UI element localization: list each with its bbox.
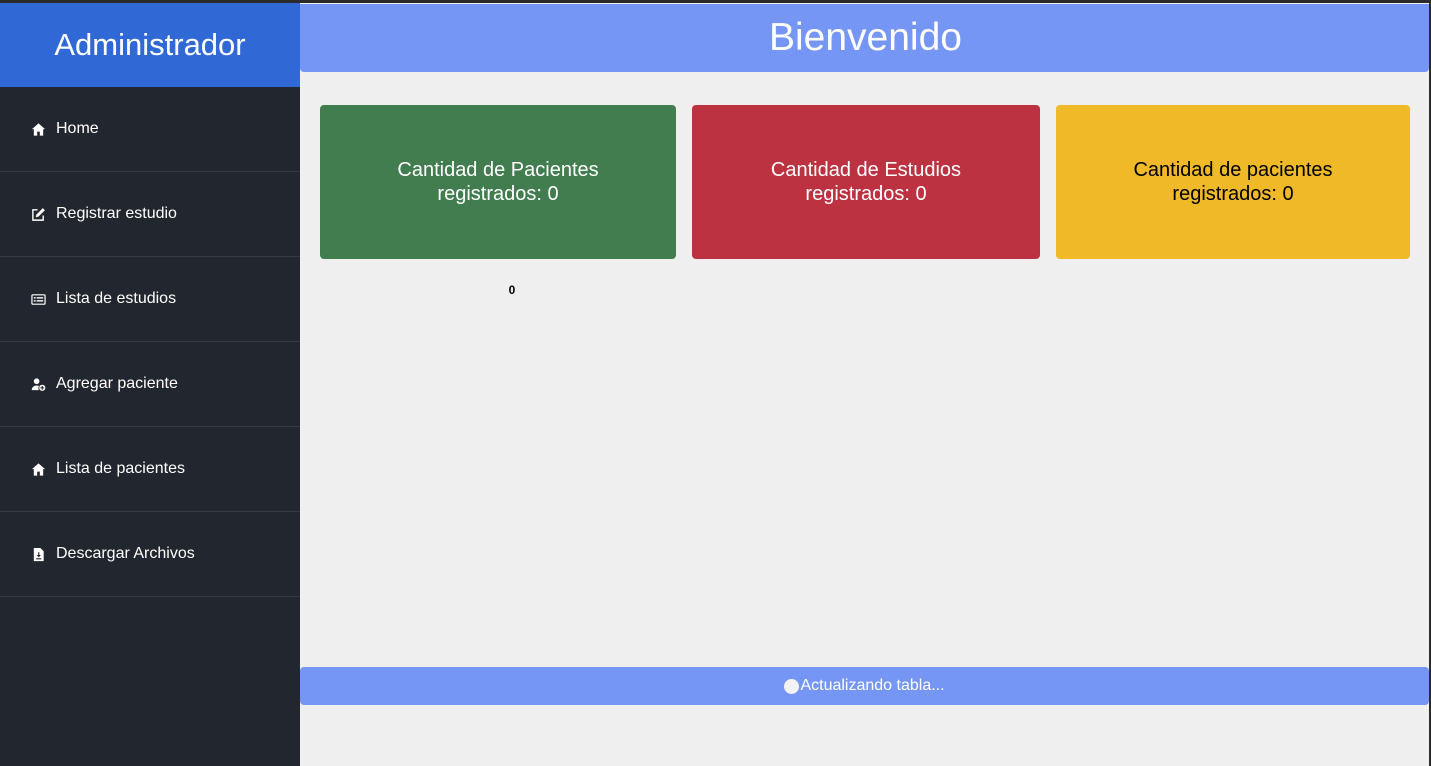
sidebar-item-lista-estudios[interactable]: Lista de estudios xyxy=(0,257,300,342)
sidebar-item-label: Agregar paciente xyxy=(56,375,178,392)
stat-card-label: Cantidad de Estudios xyxy=(770,159,962,181)
stat-card-value: registrados: 0 xyxy=(805,183,927,205)
home-icon xyxy=(31,122,46,137)
user-add-icon xyxy=(31,377,46,392)
stat-card-value: registrados: 0 xyxy=(437,183,559,205)
list-card-icon xyxy=(31,292,46,307)
sidebar-item-label: Descargar Archivos xyxy=(56,545,195,562)
home-icon xyxy=(31,462,46,477)
sidebar-item-home[interactable]: Home xyxy=(0,87,300,172)
stat-card-estudios: Cantidad de Estudios registrados: 0 xyxy=(692,105,1040,259)
page-title: Bienvenido xyxy=(300,4,1429,72)
chart-value-label: 0 xyxy=(508,283,516,297)
sidebar: Administrador Home Registrar estudio Lis… xyxy=(0,3,300,766)
sidebar-item-label: Home xyxy=(56,120,99,137)
stat-card-pacientes-2: Cantidad de pacientes registrados: 0 xyxy=(1056,105,1410,259)
sidebar-item-lista-pacientes[interactable]: Lista de pacientes xyxy=(0,427,300,512)
stat-card-label: Cantidad de pacientes xyxy=(1133,159,1333,181)
stat-card-value: registrados: 0 xyxy=(1172,183,1294,205)
stat-card-label: Cantidad de Pacientes xyxy=(397,159,599,181)
sidebar-item-label: Registrar estudio xyxy=(56,205,177,222)
file-download-icon xyxy=(31,547,46,562)
sidebar-item-descargar-archivos[interactable]: Descargar Archivos xyxy=(0,512,300,597)
stat-card-pacientes: Cantidad de Pacientes registrados: 0 xyxy=(320,105,676,259)
main-content: Bienvenido Cantidad de Pacientes registr… xyxy=(300,3,1429,766)
status-bar: Actualizando tabla... xyxy=(300,667,1429,705)
edit-icon xyxy=(31,207,46,222)
sidebar-item-registrar-estudio[interactable]: Registrar estudio xyxy=(0,172,300,257)
sidebar-brand: Administrador xyxy=(0,3,300,87)
sidebar-item-agregar-paciente[interactable]: Agregar paciente xyxy=(0,342,300,427)
app-window: Administrador Home Registrar estudio Lis… xyxy=(0,0,1431,766)
sidebar-item-label: Lista de estudios xyxy=(56,290,177,307)
status-text: Actualizando tabla... xyxy=(800,677,945,694)
sidebar-nav: Home Registrar estudio Lista de estudios… xyxy=(0,87,300,597)
sidebar-item-label: Lista de pacientes xyxy=(56,460,185,477)
loading-spinner-icon xyxy=(784,678,800,694)
